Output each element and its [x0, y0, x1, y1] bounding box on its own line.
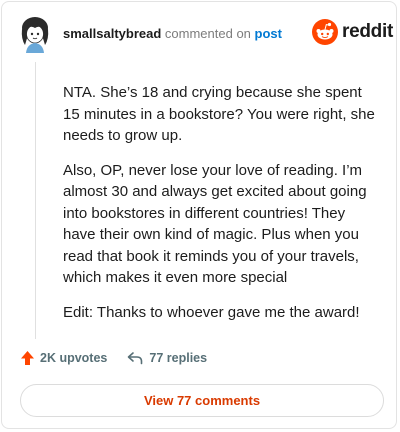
comment-card: smallsaltybread commented on post reddit…: [1, 1, 397, 429]
thread-line[interactable]: [35, 62, 36, 339]
reddit-logo[interactable]: reddit: [312, 19, 393, 45]
username-link[interactable]: smallsaltybread: [63, 26, 161, 41]
post-link[interactable]: post: [255, 26, 282, 41]
upvote-arrow-icon: [21, 351, 34, 365]
upvote-count: 2K upvotes: [40, 351, 108, 365]
view-comments-button[interactable]: View 77 comments: [20, 384, 384, 417]
upvote-button[interactable]: 2K upvotes: [20, 350, 107, 366]
comment-paragraph: Edit: Thanks to whoever gave me the awar…: [63, 303, 360, 321]
comment-actions: 2K upvotes 77 replies: [20, 350, 207, 366]
comment-paragraph: NTA. She’s 18 and crying because she spe…: [63, 84, 375, 144]
reply-arrow-icon: [128, 352, 143, 365]
replies-button[interactable]: 77 replies: [127, 351, 207, 365]
user-avatar[interactable]: [19, 15, 51, 55]
action-text: commented on: [164, 26, 251, 41]
comment-body: NTA. She’s 18 and crying because she spe…: [63, 82, 381, 336]
reply-count: 77 replies: [149, 351, 208, 365]
reddit-wordmark: reddit: [342, 21, 393, 42]
reddit-alien-icon: [312, 19, 338, 45]
comment-paragraph: Also, OP, never lose your love of readin…: [63, 161, 367, 287]
comment-header: smallsaltybread commented on post: [63, 26, 282, 41]
